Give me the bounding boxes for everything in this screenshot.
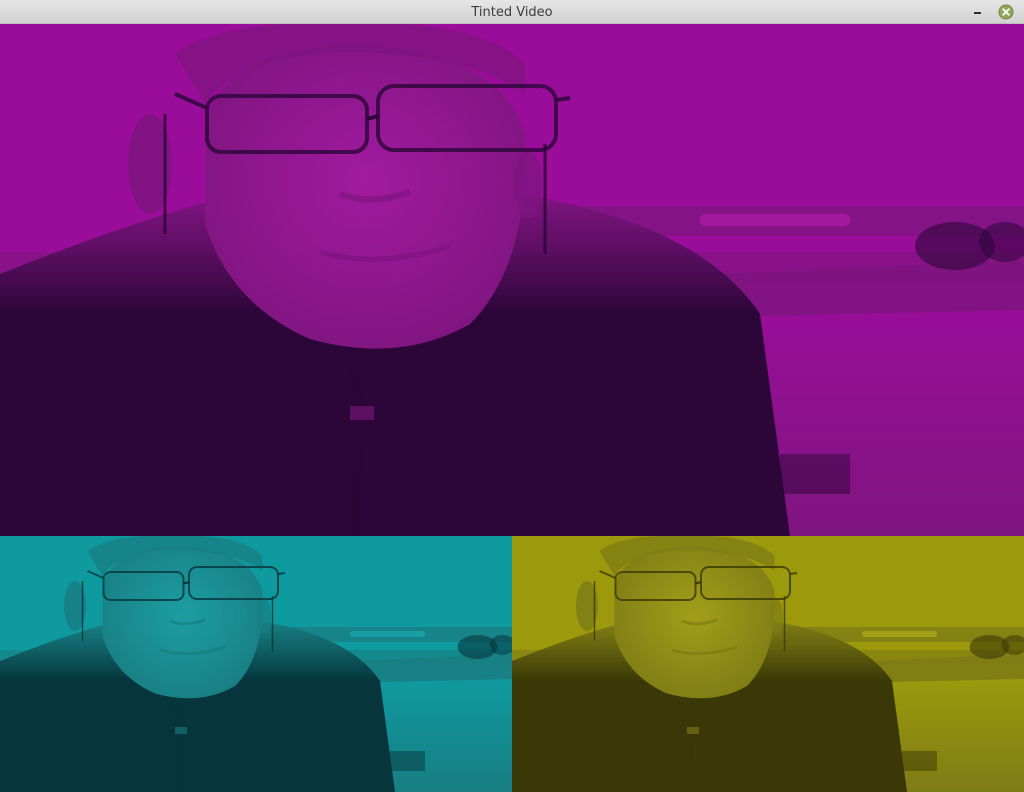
minimize-button[interactable]	[970, 4, 986, 20]
title-bar[interactable]: Tinted Video	[0, 0, 1024, 24]
video-frame-magenta	[0, 24, 1024, 536]
app-window: Tinted Video	[0, 0, 1024, 792]
window-title: Tinted Video	[471, 5, 553, 20]
close-button[interactable]	[998, 4, 1014, 20]
close-icon	[998, 4, 1014, 20]
minimize-icon	[974, 12, 981, 14]
video-area	[0, 24, 1024, 792]
video-frame-yellow	[512, 536, 1024, 792]
video-frame-cyan	[0, 536, 512, 792]
